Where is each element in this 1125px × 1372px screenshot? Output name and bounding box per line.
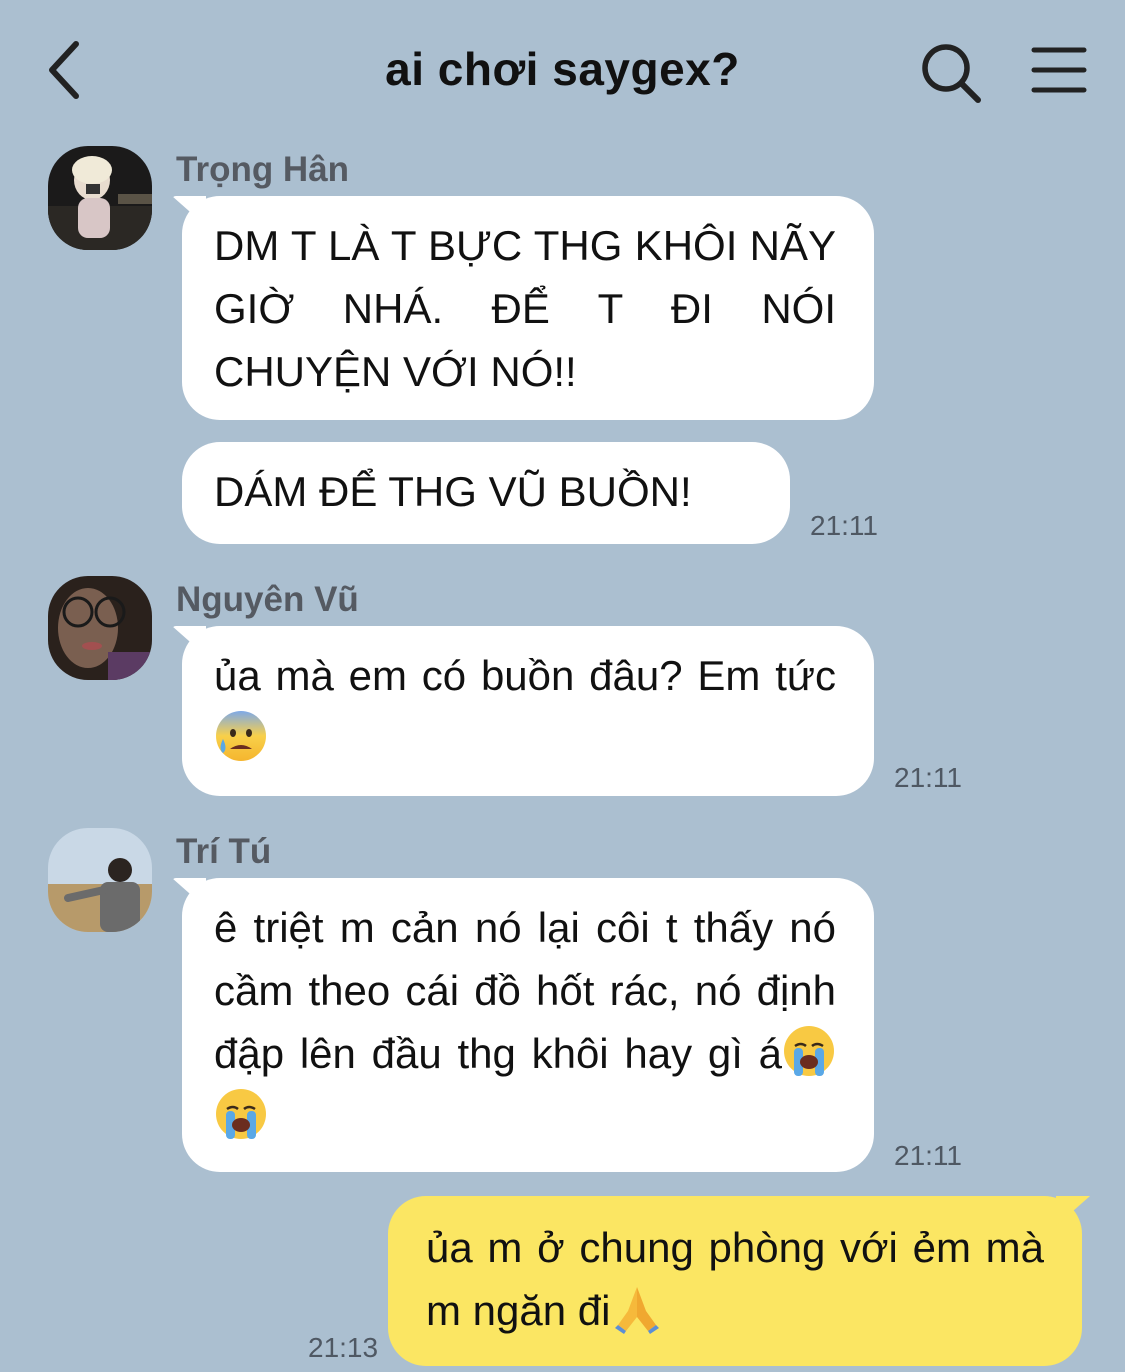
message-text: ê triệt m cản nó lại côi t thấy nó cầm t… — [214, 896, 836, 1148]
message-text-content: ủa m ở chung phòng với ẻm mà m ngăn đi — [426, 1224, 1044, 1334]
message-text: ủa m ở chung phòng với ẻm mà m ngăn đi — [426, 1214, 1044, 1342]
message-bubble[interactable]: DÁM ĐỂ THG VŨ BUỒN! — [182, 442, 790, 544]
sender-name: Trọng Hân — [176, 150, 350, 189]
menu-button[interactable] — [1028, 44, 1090, 100]
hamburger-menu-icon — [1031, 47, 1087, 93]
message-bubble[interactable]: ủa mà em có buồn đâu? Em tức — [182, 626, 874, 796]
avatar-photo — [48, 828, 152, 932]
sender-name: Trí Tú — [176, 832, 272, 871]
message-text-content: ê triệt m cản nó lại côi t thấy nó cầm t… — [214, 904, 836, 1077]
avatar-tri-tu[interactable] — [48, 828, 152, 932]
message-text: ủa mà em có buồn đâu? Em tức — [214, 644, 836, 770]
search-icon — [922, 44, 981, 103]
chat-header: ai chơi saygex? — [0, 0, 1125, 140]
chat-screen: ai chơi saygex? Trọng Hân DM T LÀ T BỰC … — [0, 0, 1125, 1372]
message-timestamp: 21:11 — [894, 1140, 962, 1171]
message-bubble[interactable]: DM T LÀ T BỰC THG KHÔI NÃY GIỜ NHÁ. ĐỂ T… — [182, 196, 874, 420]
anxious-sweat-face-emoji — [216, 711, 266, 761]
message-text: DM T LÀ T BỰC THG KHÔI NÃY GIỜ NHÁ. ĐỂ T… — [214, 222, 836, 395]
avatar-nguyen-vu[interactable] — [48, 576, 152, 680]
my-message-bubble[interactable]: ủa m ở chung phòng với ẻm mà m ngăn đi — [388, 1196, 1082, 1366]
avatar-photo — [48, 576, 152, 680]
message-text-content: ủa mà em có buồn đâu? Em tức — [214, 652, 836, 699]
loudly-crying-face-emoji — [216, 1089, 266, 1139]
folded-hands-emoji — [615, 1287, 660, 1334]
avatar-photo — [48, 146, 152, 250]
message-timestamp: 21:11 — [894, 762, 962, 793]
avatar-trong-han[interactable] — [48, 146, 152, 250]
message-timestamp: 21:11 — [810, 510, 878, 541]
message-text: DÁM ĐỂ THG VŨ BUỒN! — [214, 468, 692, 515]
message-bubble[interactable]: ê triệt m cản nó lại côi t thấy nó cầm t… — [182, 878, 874, 1172]
loudly-crying-face-emoji — [784, 1026, 834, 1076]
sender-name: Nguyên Vũ — [176, 580, 359, 619]
message-timestamp: 21:13 — [308, 1332, 379, 1363]
search-button[interactable] — [918, 40, 984, 106]
